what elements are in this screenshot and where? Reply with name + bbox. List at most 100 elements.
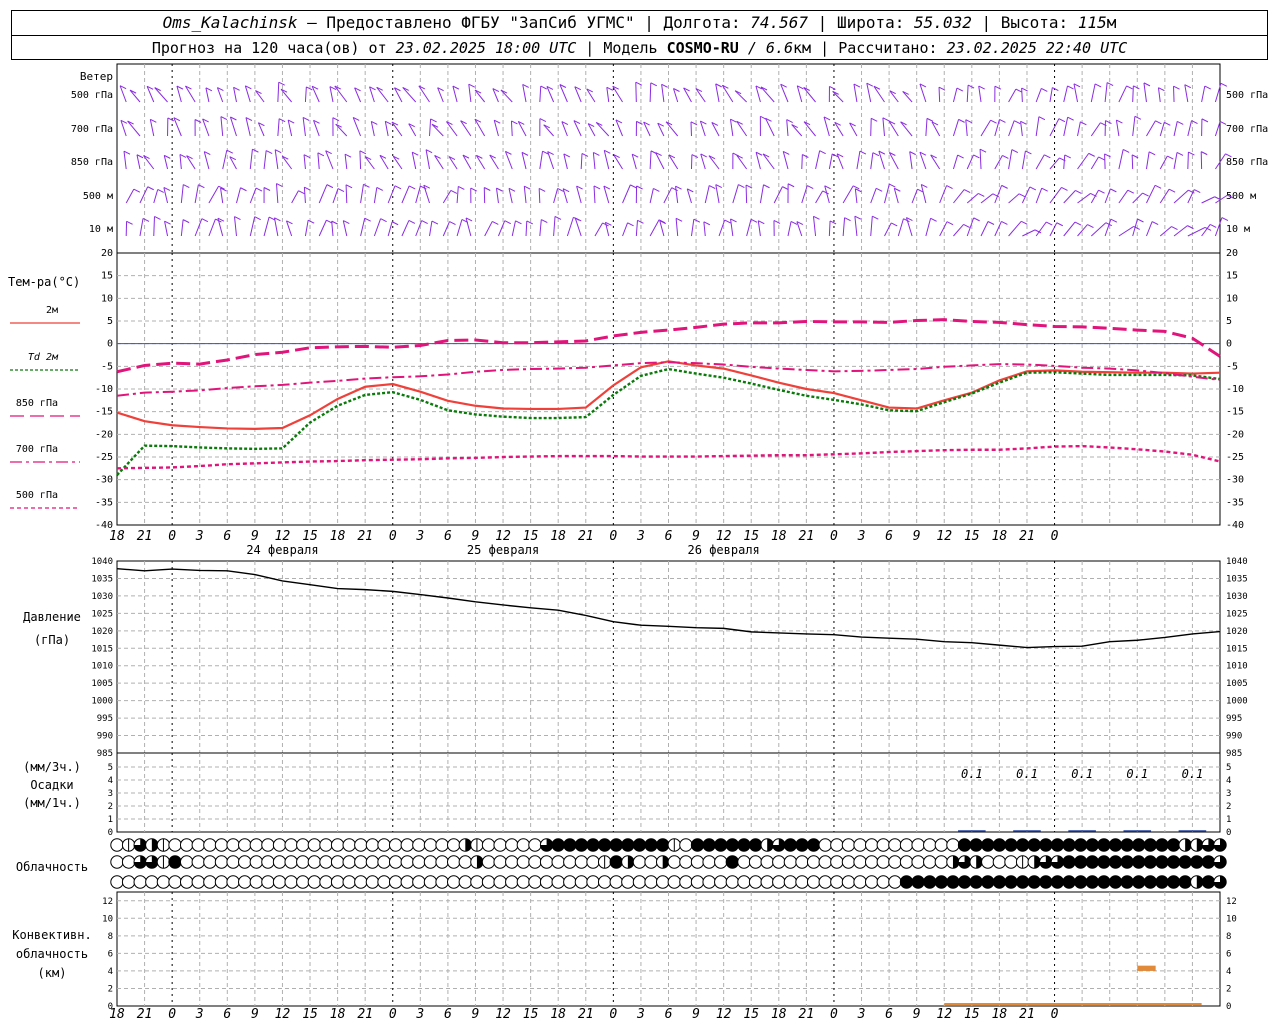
cloud-symbol (1155, 855, 1169, 869)
wind-barb (539, 86, 542, 103)
cloud-symbol (818, 875, 832, 889)
wind-barb (1132, 85, 1134, 103)
cloud-symbol (412, 855, 426, 869)
wind-barb-feather (730, 118, 737, 123)
wind-barb (994, 221, 1002, 237)
cloud-symbol (609, 838, 623, 852)
wind-barb-feather (1134, 115, 1142, 120)
cloud-symbol (226, 855, 240, 869)
wind-barb (173, 117, 182, 137)
wind-barb (139, 218, 144, 237)
wind-barb (780, 84, 789, 103)
cloud-symbol (563, 875, 577, 889)
wind-barb (1145, 151, 1150, 170)
cloud-symbol (377, 838, 391, 852)
time-axis-hour-label: 3 (415, 529, 424, 544)
wind-barb (508, 188, 513, 204)
wind-barb-feather (1171, 226, 1178, 230)
cloud-symbol (481, 875, 496, 889)
wind-barb (729, 119, 734, 137)
wind-barb (401, 220, 410, 237)
wind-barb (263, 216, 270, 237)
wind-barb (746, 219, 752, 237)
wind-barb (978, 85, 982, 103)
precipitation-unit-1h: (мм/1ч.) (23, 796, 81, 810)
cloud-symbol (632, 855, 647, 869)
cloud-symbol (864, 838, 879, 852)
wind-barb-feather (691, 154, 699, 159)
wind-barb-feather (157, 189, 164, 193)
cloud-symbol (725, 875, 740, 889)
wind-barb (311, 86, 320, 103)
convective-ytick: 4 (108, 967, 113, 977)
wind-barb (635, 82, 637, 103)
wind-barb (318, 219, 327, 237)
time-axis-hour-label: 21 (137, 529, 153, 544)
cloud-symbol (249, 875, 264, 889)
cloud-symbol (516, 875, 531, 889)
wind-barb (352, 117, 362, 137)
cloud-symbol (830, 855, 844, 869)
cloud-symbol (435, 855, 449, 869)
cloud-symbol (737, 855, 751, 869)
wind-barb (370, 121, 375, 137)
cloud-symbol (795, 838, 809, 852)
wind-barb (866, 83, 872, 103)
wind-barb (179, 154, 182, 170)
cloud-symbol (214, 875, 229, 889)
cloud-symbol (714, 838, 728, 852)
wind-barb-feather (1058, 118, 1066, 123)
cloud-symbol (806, 875, 821, 889)
wind-barb (649, 82, 652, 103)
cloud-symbol (1085, 875, 1099, 889)
wind-barb-feather (167, 117, 175, 122)
wind-barb (139, 186, 149, 204)
wind-barb (180, 184, 184, 204)
wind-barb (925, 218, 932, 237)
cloud-symbol (1190, 855, 1204, 869)
wind-barb (649, 219, 660, 237)
cloud-symbol (1085, 855, 1099, 869)
time-axis-hour-label-bottom: 21 (1019, 1007, 1035, 1022)
wind-barb-feather (979, 148, 987, 153)
precipitation-amount-label: 0.1 (1126, 767, 1148, 781)
wind-barb-feather (344, 153, 352, 158)
pressure-ytick: 990 (97, 732, 113, 742)
wind-barb-feather (123, 150, 131, 155)
temperature-ytick-right: -35 (1226, 497, 1244, 508)
cloud-symbol (365, 855, 380, 869)
pressure-ytick-right: 995 (1226, 714, 1242, 724)
wind-barb (1146, 185, 1156, 204)
cloud-symbol (435, 838, 449, 852)
pressure-ytick: 1030 (91, 592, 113, 602)
wind-barb (373, 187, 378, 204)
wind-barb (1063, 117, 1069, 137)
wind-barb (1118, 189, 1129, 204)
wind-barb-feather (1143, 82, 1151, 87)
precipitation-ytick-right: 4 (1226, 776, 1231, 786)
wind-barb (1159, 122, 1165, 137)
wind-barb (1159, 226, 1172, 237)
cloud-symbol (679, 838, 693, 852)
wind-barb-feather (636, 185, 643, 190)
cloud-symbol (388, 838, 403, 852)
wind-barb-feather (593, 152, 600, 156)
cloud-symbol (737, 838, 751, 852)
cloud-symbol (586, 855, 600, 869)
cloud-symbol (864, 855, 879, 869)
convective-ytick: 0 (108, 1002, 113, 1012)
cloud-symbol (156, 875, 171, 889)
time-axis-hour-label-bottom: 6 (885, 1007, 893, 1022)
wind-barb (828, 153, 833, 170)
wind-barb (1035, 221, 1047, 237)
wind-barb-feather (449, 221, 456, 225)
wind-barb (870, 118, 872, 137)
wind-barb (401, 185, 410, 204)
wind-barb-feather (890, 222, 898, 227)
cloud-symbol (272, 855, 287, 869)
wind-barb (1143, 82, 1147, 103)
cloud-symbol (911, 838, 925, 852)
time-axis-hour-label-bottom: 18 (771, 1007, 787, 1022)
wind-barb (1049, 118, 1060, 137)
wind-barb (966, 85, 969, 103)
